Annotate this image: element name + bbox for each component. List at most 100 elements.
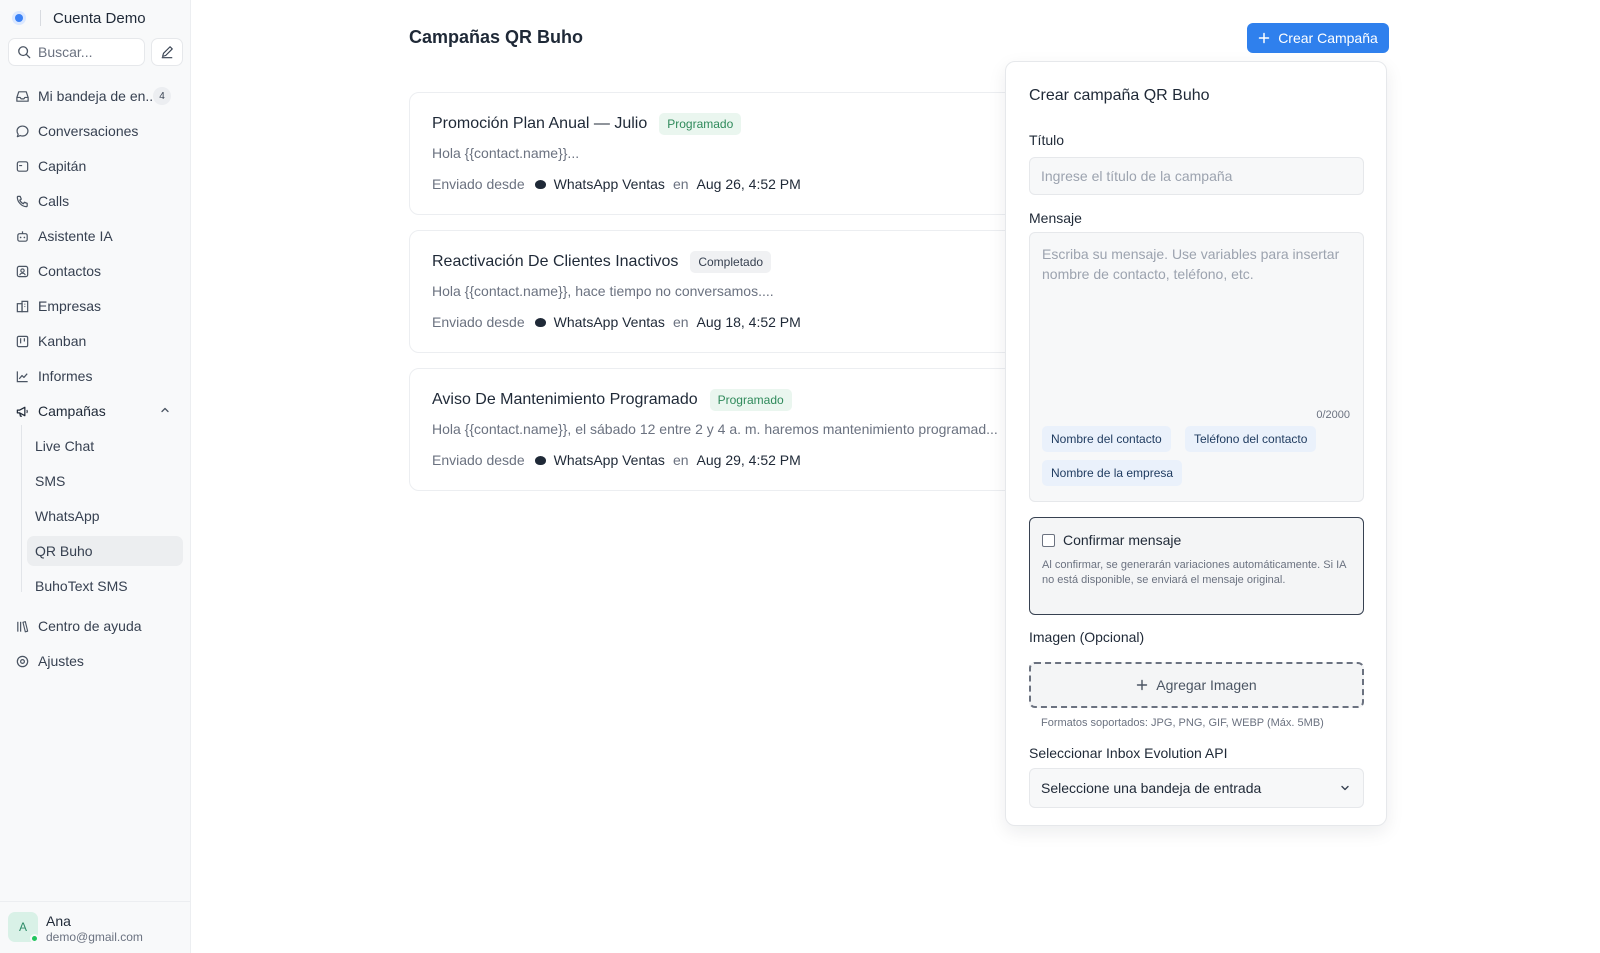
- sidebar-item-inbox[interactable]: Mi bandeja de en... 4: [8, 81, 183, 111]
- account-switcher[interactable]: Cuenta Demo: [12, 8, 146, 28]
- megaphone-icon: [14, 403, 30, 419]
- campaign-message-preview: Hola {{contact.name}}, hace tiempo no co…: [432, 283, 774, 299]
- phone-icon: [14, 193, 30, 209]
- sidebar-subitem-live-chat[interactable]: Live Chat: [27, 431, 183, 461]
- unread-count-badge: 4: [153, 87, 171, 105]
- sidebar-item-label: Calls: [38, 193, 70, 209]
- title-label: Título: [1029, 132, 1065, 148]
- create-campaign-label: Crear Campaña: [1278, 30, 1378, 46]
- campaign-title: Promoción Plan Anual — Julio: [432, 115, 648, 132]
- submenu-guide-line: [21, 425, 22, 592]
- sidebar-item-label: Informes: [38, 368, 93, 384]
- account-name: Cuenta Demo: [53, 9, 146, 27]
- message-textarea[interactable]: [1030, 233, 1363, 413]
- status-badge: Programado: [709, 389, 792, 411]
- line-chart-icon: [14, 368, 30, 384]
- sidebar-item-ai-assistant[interactable]: Asistente IA: [8, 221, 183, 251]
- add-image-label: Agregar Imagen: [1156, 677, 1257, 693]
- campaign-card[interactable]: Reactivación De Clientes Inactivos Compl…: [409, 230, 1019, 353]
- campaign-title: Aviso De Mantenimiento Programado: [432, 391, 698, 408]
- image-label: Imagen (Opcional): [1029, 629, 1145, 645]
- campaign-card[interactable]: Promoción Plan Anual — Julio Programado …: [409, 92, 1019, 215]
- campaign-title: Reactivación De Clientes Inactivos: [432, 253, 679, 270]
- user-profile[interactable]: A Ana demo@gmail.com: [0, 901, 191, 953]
- status-badge: Completado: [690, 251, 772, 273]
- sent-from-label: Enviado desde: [432, 452, 525, 468]
- scheduled-date: Aug 29, 4:52 PM: [696, 452, 801, 468]
- compose-button[interactable]: [151, 38, 183, 66]
- create-campaign-panel: Crear campaña QR Buho Título Mensaje 0/2…: [1005, 61, 1387, 826]
- kanban-icon: [14, 333, 30, 349]
- sidebar-item-contacts[interactable]: Contactos: [8, 256, 183, 286]
- sidebar-item-captain[interactable]: Capitán: [8, 151, 183, 181]
- sidebar-subitem-whatsapp[interactable]: WhatsApp: [27, 501, 183, 531]
- plus-icon: [1258, 32, 1270, 44]
- variable-contact-phone-chip[interactable]: Teléfono del contacto: [1185, 426, 1317, 452]
- sidebar-item-label: Empresas: [38, 298, 102, 314]
- campaign-card[interactable]: Aviso De Mantenimiento Programado Progra…: [409, 368, 1019, 491]
- sidebar-item-label: Ajustes: [38, 653, 84, 669]
- confirm-message-box: Confirmar mensaje Al confirmar, se gener…: [1029, 517, 1364, 615]
- sidebar-item-reports[interactable]: Informes: [8, 361, 183, 391]
- confirm-message-toggle[interactable]: Confirmar mensaje: [1042, 532, 1181, 548]
- online-status-dot: [30, 934, 39, 943]
- search-input[interactable]: [38, 44, 138, 60]
- sent-from-label: Enviado desde: [432, 314, 525, 330]
- on-label: en: [672, 314, 689, 330]
- create-campaign-button[interactable]: Crear Campaña: [1247, 23, 1389, 53]
- sidebar-subitem-qr-buho[interactable]: QR Buho: [27, 536, 183, 566]
- sidebar-item-label: Asistente IA: [38, 228, 113, 244]
- inbox-channel-icon: [534, 317, 546, 327]
- sidebar-item-label: Conversaciones: [38, 123, 139, 139]
- page-title: Campañas QR Buho: [409, 27, 584, 47]
- sidebar-item-help-center[interactable]: Centro de ayuda: [8, 611, 183, 641]
- sidebar-item-label: Campañas: [38, 403, 106, 419]
- sidebar-item-settings[interactable]: Ajustes: [8, 646, 183, 676]
- sidebar-subitem-buhotext-sms[interactable]: BuhoText SMS: [27, 571, 183, 601]
- confirm-label: Confirmar mensaje: [1063, 532, 1182, 548]
- sidebar-item-kanban[interactable]: Kanban: [8, 326, 183, 356]
- chevron-up-icon: [161, 407, 169, 413]
- library-icon: [14, 618, 30, 634]
- sidebar: Cuenta Demo Mi bandeja de en... 4 Conver…: [0, 0, 191, 953]
- search-icon: [18, 46, 31, 59]
- chevron-down-icon: [1341, 785, 1349, 791]
- sidebar-item-calls[interactable]: Calls: [8, 186, 183, 216]
- confirm-help-text: Al confirmar, se generarán variaciones a…: [1042, 559, 1346, 586]
- status-badge: Programado: [659, 113, 742, 135]
- campaign-meta: Enviado desde WhatsApp Ventas en Aug 29,…: [432, 452, 801, 468]
- confirm-checkbox[interactable]: [1042, 533, 1055, 547]
- panel-title: Crear campaña QR Buho: [1029, 87, 1210, 104]
- building-icon: [14, 298, 30, 314]
- inbox-select[interactable]: Seleccione una bandeja de entrada: [1029, 768, 1364, 808]
- account-logo-icon: [12, 11, 26, 25]
- message-editor: 0/2000 Nombre del contacto Teléfono del …: [1029, 232, 1364, 502]
- sidebar-item-companies[interactable]: Empresas: [8, 291, 183, 321]
- variable-company-name-chip[interactable]: Nombre de la empresa: [1042, 460, 1183, 486]
- add-image-button[interactable]: Agregar Imagen: [1029, 662, 1364, 708]
- sidebar-subitem-sms[interactable]: SMS: [27, 466, 183, 496]
- variable-contact-name-chip[interactable]: Nombre del contacto: [1042, 426, 1171, 452]
- sidebar-item-label: Centro de ayuda: [38, 618, 142, 634]
- scheduled-date: Aug 26, 4:52 PM: [696, 176, 801, 192]
- captain-icon: [14, 158, 30, 174]
- chat-bubble-icon: [14, 123, 30, 139]
- search-box[interactable]: [8, 38, 145, 66]
- supported-formats-hint: Formatos soportados: JPG, PNG, GIF, WEBP…: [1041, 717, 1324, 729]
- character-counter: 0/2000: [1316, 409, 1350, 421]
- scheduled-date: Aug 18, 4:52 PM: [696, 314, 801, 330]
- inbox-select-value: Seleccione una bandeja de entrada: [1041, 780, 1262, 796]
- on-label: en: [672, 176, 689, 192]
- user-email: demo@gmail.com: [46, 930, 143, 944]
- divider: [40, 10, 41, 26]
- plus-icon: [1137, 679, 1148, 691]
- campaign-message-preview: Hola {{contact.name}}, el sábado 12 entr…: [432, 421, 998, 437]
- sidebar-item-label: Kanban: [38, 333, 87, 349]
- inbox-name: WhatsApp Ventas: [553, 176, 665, 192]
- sidebar-item-campaigns[interactable]: Campañas: [8, 396, 183, 426]
- message-label: Mensaje: [1029, 210, 1082, 226]
- campaign-message-preview: Hola {{contact.name}}...: [432, 145, 580, 161]
- campaign-title-input[interactable]: [1029, 157, 1364, 195]
- sidebar-item-conversations[interactable]: Conversaciones: [8, 116, 183, 146]
- pencil-icon: [161, 46, 173, 59]
